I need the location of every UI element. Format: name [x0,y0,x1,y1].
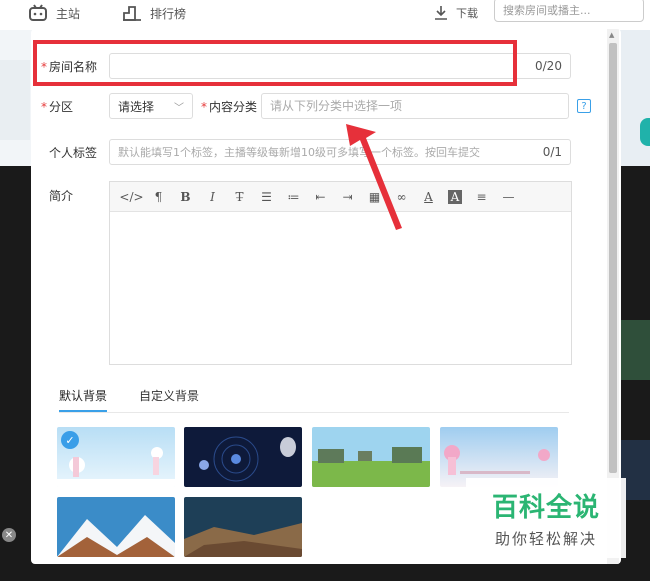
watermark-subtitle: 助你轻松解决 [494,530,597,548]
watermark: 百科全说 助你轻松解决 [466,478,626,558]
watermark-title: 百科全说 [491,493,600,523]
